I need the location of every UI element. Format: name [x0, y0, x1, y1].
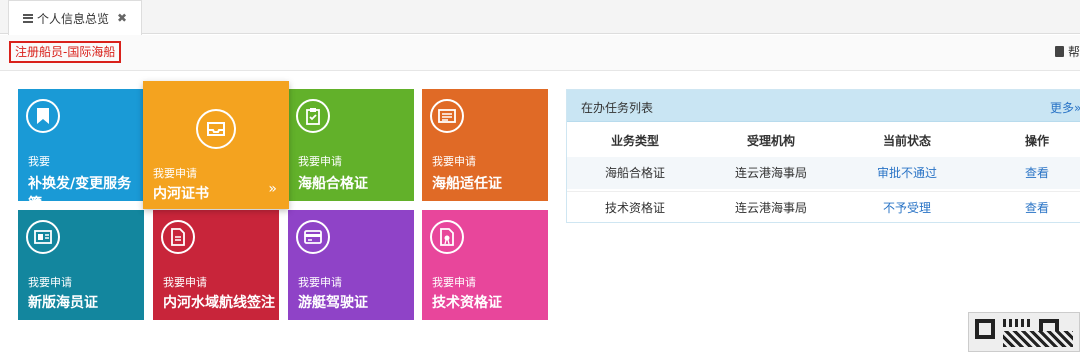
- more-link[interactable]: 更多»: [1050, 99, 1080, 116]
- tile-ship-qualification[interactable]: 我要申请 海船合格证: [288, 89, 414, 201]
- bookmark-icon: [26, 99, 60, 133]
- tile-technical-qualification[interactable]: 我要申请 技术资格证: [422, 210, 548, 320]
- tile-small-label: 我要: [28, 155, 50, 168]
- help-label: 帮: [1067, 45, 1080, 59]
- document-icon: [161, 220, 195, 254]
- tile-big-label: 补换发/变更服务簿: [28, 176, 132, 212]
- cell-org: 连云港海事局: [734, 166, 807, 180]
- certificate-icon: [430, 220, 464, 254]
- task-panel: 在办任务列表 更多» 业务类型 受理机构 当前状态 操作 海船合格证 连云港海事…: [566, 89, 1080, 223]
- tile-small-label: 我要申请: [153, 167, 197, 180]
- tab-bar: 个人信息总览 ✖: [0, 0, 1080, 35]
- tile-small-label: 我要申请: [298, 155, 342, 168]
- column-header: 受理机构: [746, 134, 795, 148]
- tile-big-label: 技术资格证: [432, 295, 502, 311]
- column-header: 当前状态: [882, 134, 931, 148]
- status-link[interactable]: 审批不通过: [839, 157, 975, 189]
- cell-type: 海船合格证: [604, 166, 665, 180]
- table-row: 技术资格证 连云港海事局 不予受理 查看: [567, 191, 1080, 223]
- tile-small-label: 我要申请: [163, 276, 207, 289]
- chevron-right-icon: »: [268, 181, 277, 197]
- view-link[interactable]: 查看: [975, 192, 1080, 224]
- breadcrumb-bar: 注册船员-国际海船 帮: [0, 35, 1080, 71]
- tile-inland-route-endorsement[interactable]: 我要申请 内河水域航线签注: [153, 210, 279, 320]
- id-card-icon: [26, 220, 60, 254]
- clipboard-check-icon: [296, 99, 330, 133]
- column-header: 操作: [1024, 134, 1049, 148]
- credit-card-icon: [296, 220, 330, 254]
- status-link[interactable]: 不予受理: [839, 192, 975, 224]
- tab-personal-overview[interactable]: 个人信息总览 ✖: [8, 0, 142, 35]
- tile-seaman-passport[interactable]: 我要申请 新版海员证: [18, 210, 144, 320]
- tile-big-label: 海船合格证: [298, 176, 368, 192]
- close-icon[interactable]: ✖: [117, 11, 127, 25]
- tile-big-label: 游艇驾驶证: [298, 295, 368, 311]
- tile-inland-certificate[interactable]: 我要申请 内河证书 »: [143, 81, 289, 209]
- breadcrumb: 注册船员-国际海船: [9, 41, 122, 63]
- tile-big-label: 新版海员证: [28, 295, 98, 311]
- tile-big-label: 内河证书: [153, 186, 209, 202]
- tile-small-label: 我要申请: [28, 276, 72, 289]
- table-row: 海船合格证 连云港海事局 审批不通过 查看: [567, 157, 1080, 189]
- list-card-icon: [430, 99, 464, 133]
- tile-service-book[interactable]: 我要 补换发/变更服务簿: [18, 89, 144, 212]
- qr-code: [968, 312, 1080, 352]
- help-button[interactable]: 帮: [1054, 43, 1080, 60]
- cell-org: 连云港海事局: [734, 201, 807, 215]
- inbox-icon: [196, 109, 236, 149]
- tile-small-label: 我要申请: [298, 276, 342, 289]
- column-header: 业务类型: [610, 134, 659, 148]
- cell-type: 技术资格证: [604, 201, 665, 215]
- list-icon: [23, 13, 33, 23]
- task-panel-header: 在办任务列表 更多»: [567, 90, 1080, 122]
- tab-label: 个人信息总览: [37, 11, 110, 26]
- view-link[interactable]: 查看: [975, 157, 1080, 189]
- tile-yacht-license[interactable]: 我要申请 游艇驾驶证: [288, 210, 414, 320]
- tile-small-label: 我要申请: [432, 276, 476, 289]
- panel-title: 在办任务列表: [581, 101, 654, 115]
- tile-ship-competency[interactable]: 我要申请 海船适任证: [422, 89, 548, 201]
- tile-small-label: 我要申请: [432, 155, 476, 168]
- tile-big-label: 内河水域航线签注: [163, 295, 275, 311]
- table-header: 业务类型 受理机构 当前状态 操作: [567, 125, 1080, 157]
- tile-big-label: 海船适任证: [432, 176, 502, 192]
- book-icon: [1054, 46, 1064, 57]
